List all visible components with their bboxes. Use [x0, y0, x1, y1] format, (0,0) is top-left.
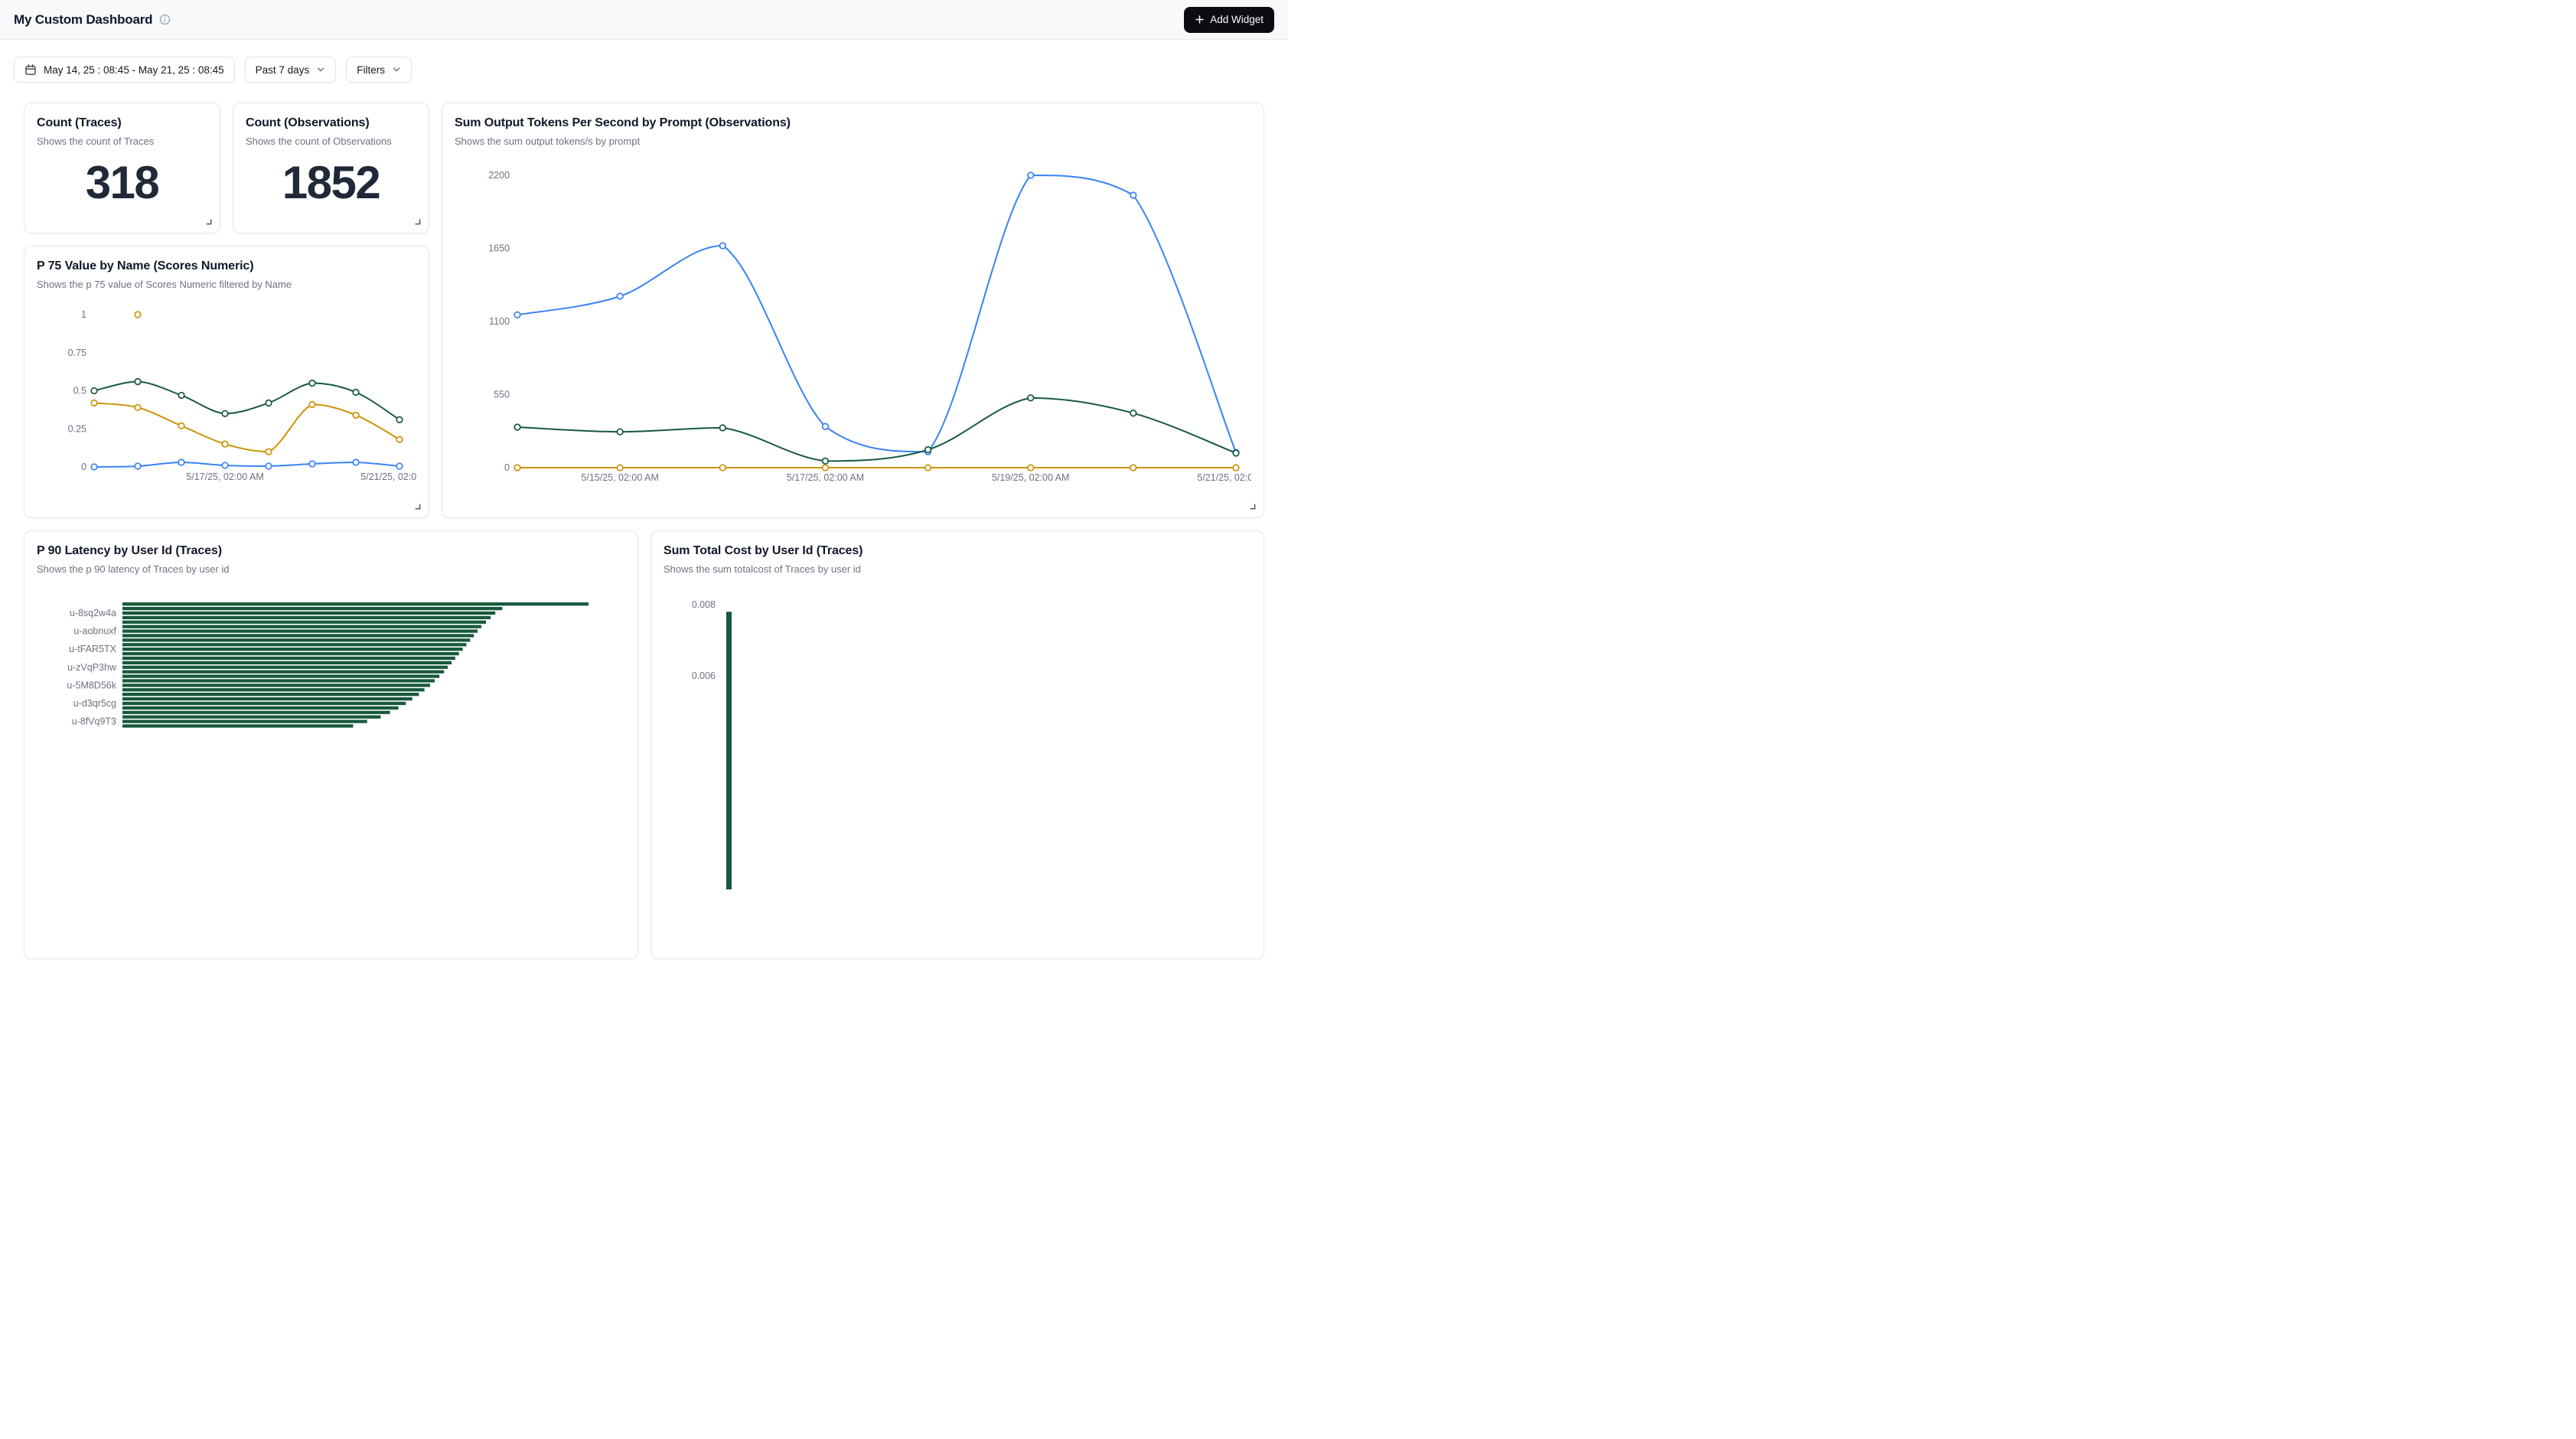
- widget-subtitle: Shows the sum totalcost of Traces by use…: [664, 563, 1251, 576]
- chevron-down-icon: [316, 65, 325, 74]
- chevron-down-icon: [392, 65, 401, 74]
- widget-subtitle: Shows the count of Traces: [37, 135, 207, 148]
- filters-button[interactable]: Filters: [346, 57, 412, 83]
- svg-text:0.006: 0.006: [692, 671, 716, 681]
- svg-text:5/17/25, 02:00 AM: 5/17/25, 02:00 AM: [787, 472, 864, 483]
- date-preset-label: Past 7 days: [256, 64, 310, 76]
- widget-title: P 90 Latency by User Id (Traces): [37, 543, 625, 558]
- add-widget-button[interactable]: Add Widget: [1184, 7, 1274, 33]
- info-icon[interactable]: [159, 14, 171, 25]
- page-title: My Custom Dashboard: [14, 12, 152, 28]
- svg-text:1: 1: [81, 309, 86, 320]
- widget-subtitle: Shows the p 90 latency of Traces by user…: [37, 563, 625, 576]
- widget-total-cost: Sum Total Cost by User Id (Traces) Shows…: [651, 530, 1264, 959]
- widget-title: Sum Output Tokens Per Second by Prompt (…: [455, 116, 1251, 130]
- widget-title: P 75 Value by Name (Scores Numeric): [37, 259, 416, 273]
- svg-text:0.75: 0.75: [68, 348, 86, 358]
- plus-icon: [1195, 15, 1205, 24]
- svg-text:0: 0: [504, 462, 510, 473]
- resize-handle-icon[interactable]: [204, 217, 213, 226]
- p75-scores-chart[interactable]: 0 0.25 0.5 0.75 1 5/17/25, 02:00 AM 5/21/25, 0…: [37, 299, 416, 505]
- svg-text:550: 550: [494, 389, 510, 400]
- svg-text:0: 0: [81, 462, 86, 472]
- widget-count-traces: Count (Traces) Shows the count of Traces…: [24, 103, 220, 233]
- calendar-icon: [24, 64, 37, 76]
- svg-text:5/19/25, 02:00 AM: 5/19/25, 02:00 AM: [992, 472, 1069, 483]
- resize-handle-icon[interactable]: [413, 502, 422, 511]
- page-header: My Custom Dashboard Add Widget: [0, 0, 1288, 40]
- svg-text:u-8fVq9T3: u-8fVq9T3: [72, 716, 116, 726]
- svg-text:u-8sq2w4a: u-8sq2w4a: [70, 608, 116, 618]
- widget-subtitle: Shows the sum output tokens/s by prompt: [455, 135, 1251, 148]
- widget-count-observations: Count (Observations) Shows the count of …: [233, 103, 429, 233]
- widget-p90-latency: P 90 Latency by User Id (Traces) Shows t…: [24, 530, 638, 959]
- svg-text:0.008: 0.008: [692, 599, 716, 610]
- svg-text:5/21/25, 02:00 AM: 5/21/25, 02:00 AM: [1197, 472, 1251, 483]
- widget-output-tokens: Sum Output Tokens Per Second by Prompt (…: [442, 103, 1264, 518]
- widget-grid: Count (Traces) Shows the count of Traces…: [0, 83, 1288, 959]
- svg-text:u-tFAR5TX: u-tFAR5TX: [69, 644, 116, 654]
- resize-handle-icon[interactable]: [1248, 502, 1257, 511]
- svg-text:2200: 2200: [488, 170, 510, 181]
- count-value: 1852: [246, 148, 416, 220]
- total-cost-chart[interactable]: 0.006 0.008: [664, 583, 1251, 946]
- widget-title: Count (Traces): [37, 116, 207, 130]
- svg-text:u-d3qr5cg: u-d3qr5cg: [73, 698, 116, 709]
- widget-subtitle: Shows the p 75 value of Scores Numeric f…: [37, 279, 416, 291]
- date-preset-select[interactable]: Past 7 days: [245, 57, 337, 83]
- add-widget-label: Add Widget: [1210, 14, 1264, 25]
- widget-title: Count (Observations): [246, 116, 416, 130]
- svg-text:0.5: 0.5: [73, 385, 86, 396]
- p90-latency-chart[interactable]: u-8sq2w4a u-aobnuxf u-tFAR5TX u-zVqP3hw u-5M…: [37, 583, 625, 946]
- resize-handle-icon[interactable]: [413, 217, 422, 226]
- widget-title: Sum Total Cost by User Id (Traces): [664, 543, 1251, 558]
- svg-text:5/15/25, 02:00 AM: 5/15/25, 02:00 AM: [581, 472, 658, 483]
- filters-label: Filters: [357, 64, 385, 76]
- svg-text:u-zVqP3hw: u-zVqP3hw: [67, 662, 117, 673]
- widget-subtitle: Shows the count of Observations: [246, 135, 416, 148]
- date-range-label: May 14, 25 : 08:45 - May 21, 25 : 08:45: [44, 64, 224, 76]
- svg-text:0.25: 0.25: [68, 423, 86, 434]
- date-range-picker[interactable]: May 14, 25 : 08:45 - May 21, 25 : 08:45: [14, 57, 235, 83]
- svg-text:u-aobnuxf: u-aobnuxf: [73, 625, 116, 636]
- svg-text:u-5M8D56k: u-5M8D56k: [67, 680, 116, 690]
- widget-p75-scores: P 75 Value by Name (Scores Numeric) Show…: [24, 246, 429, 518]
- svg-text:5/17/25, 02:00 AM: 5/17/25, 02:00 AM: [186, 472, 263, 482]
- svg-text:5/21/25, 02:00 AM: 5/21/25, 02:00 AM: [360, 472, 416, 482]
- output-tokens-chart[interactable]: 0 550 1100 1650 2200 5/15/25, 02:00 AM 5/17/25…: [455, 155, 1251, 505]
- count-value: 318: [37, 148, 207, 220]
- svg-text:1650: 1650: [488, 243, 510, 253]
- toolbar: May 14, 25 : 08:45 - May 21, 25 : 08:45 …: [0, 40, 1288, 83]
- svg-text:1100: 1100: [489, 316, 510, 327]
